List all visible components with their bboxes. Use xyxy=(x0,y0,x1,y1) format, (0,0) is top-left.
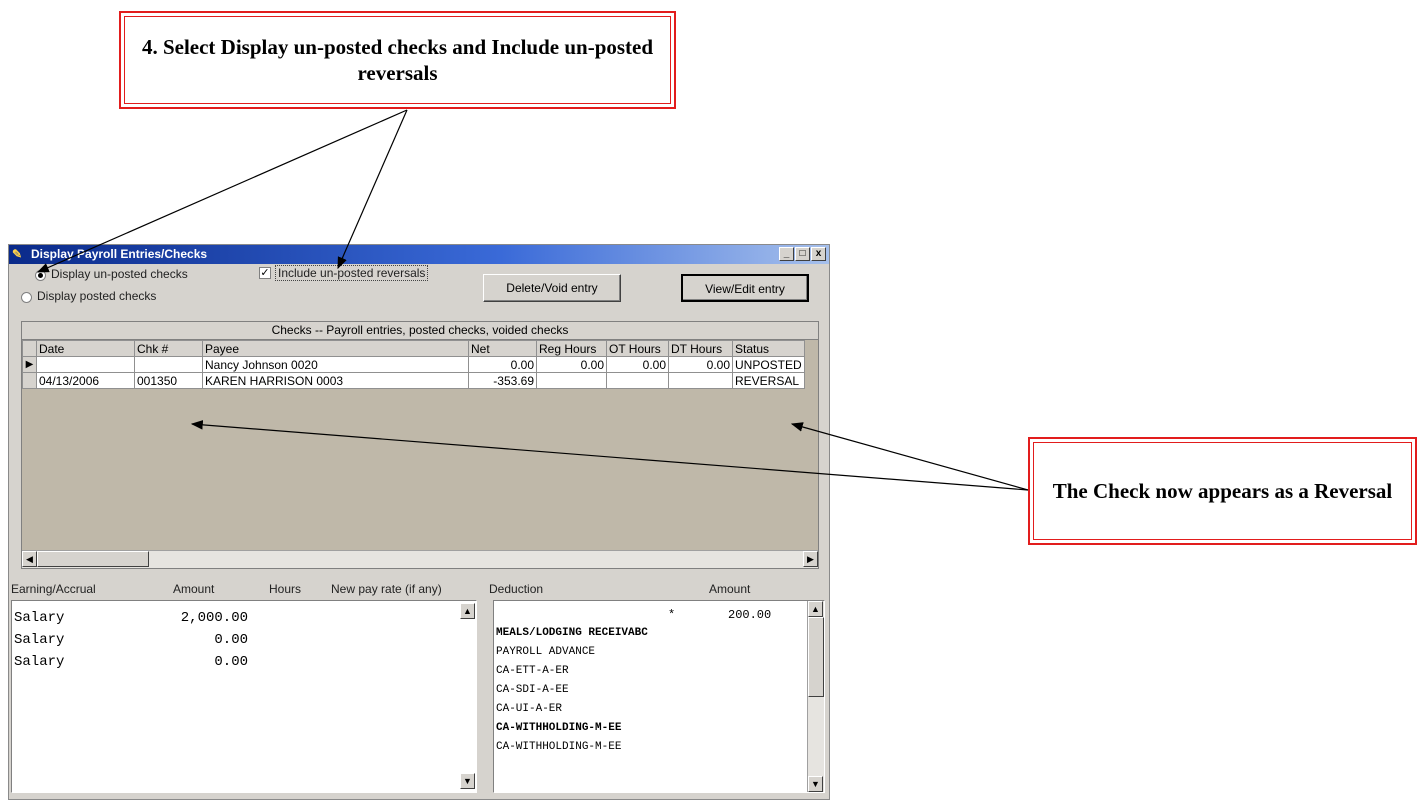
arrow-to-reversal-row xyxy=(190,420,1029,491)
arrow-to-unposted-radio xyxy=(36,109,408,273)
annotation-arrows xyxy=(36,109,1029,491)
arrow-to-include-reversals xyxy=(337,109,408,270)
